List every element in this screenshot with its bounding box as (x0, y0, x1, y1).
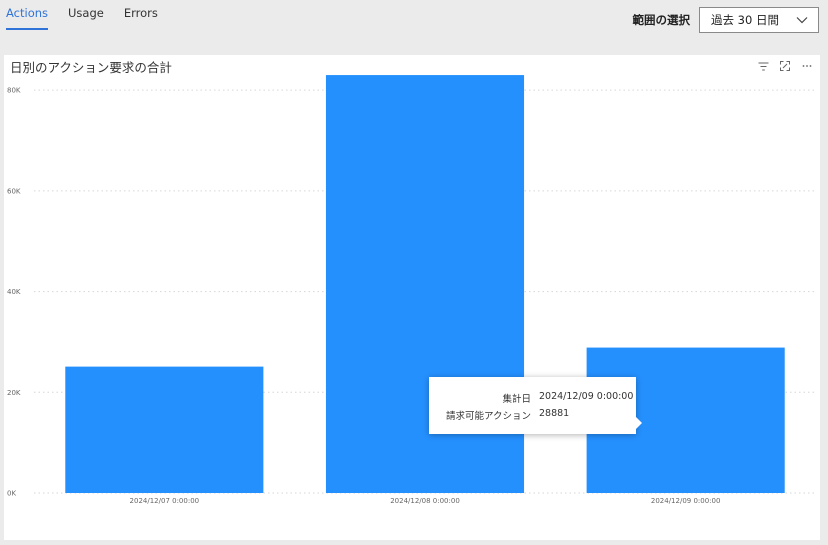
bar-chart: 0K 20K 40K 60K 80K 2024/12/07 0:00:00 2024/12/… (7, 75, 816, 505)
tab-errors[interactable]: Errors (124, 0, 158, 30)
expand-icon[interactable] (776, 59, 794, 73)
x-tick-label: 2024/12/08 0:00:00 (390, 497, 460, 505)
y-tick-label: 60K (7, 187, 21, 195)
tooltip-value: 2024/12/09 0:00:00 (539, 391, 634, 402)
tooltip-key: 集計日 (502, 394, 531, 405)
tooltip-row-actions: 請求可能アクション 28881 (429, 408, 636, 422)
chart-title: 日別のアクション要求の合計 (10, 60, 172, 75)
tab-bar: Actions Usage Errors (0, 0, 178, 32)
chart-tooltip: 集計日 2024/12/09 0:00:00 請求可能アクション 28881 (429, 377, 642, 434)
more-icon[interactable] (798, 59, 816, 73)
tab-usage[interactable]: Usage (68, 0, 104, 30)
tab-actions[interactable]: Actions (6, 0, 49, 30)
bar (65, 366, 264, 493)
tooltip-row-date: 集計日 2024/12/09 0:00:00 (429, 391, 636, 405)
x-tick-label: 2024/12/07 0:00:00 (130, 497, 200, 505)
tooltip-value: 28881 (539, 408, 570, 419)
tooltip-key: 請求可能アクション (445, 411, 531, 422)
x-tick-label: 2024/12/09 0:00:00 (651, 497, 721, 505)
chevron-down-icon (796, 16, 808, 24)
range-value: 過去 30 日間 (711, 13, 779, 27)
chart-toolbar (750, 59, 816, 73)
range-selector: 範囲の選択 過去 30 日間 (632, 7, 819, 33)
filter-icon[interactable] (754, 59, 772, 73)
y-tick-label: 80K (7, 87, 21, 95)
range-dropdown[interactable]: 過去 30 日間 (699, 7, 819, 33)
y-tick-label: 40K (7, 288, 21, 296)
y-tick-label: 20K (7, 389, 21, 397)
y-tick-label: 0K (7, 490, 16, 498)
chart-panel: 0K 20K 40K 60K 80K 2024/12/07 0:00:00 2024/12/… (4, 55, 820, 540)
range-label: 範囲の選択 (632, 13, 691, 27)
